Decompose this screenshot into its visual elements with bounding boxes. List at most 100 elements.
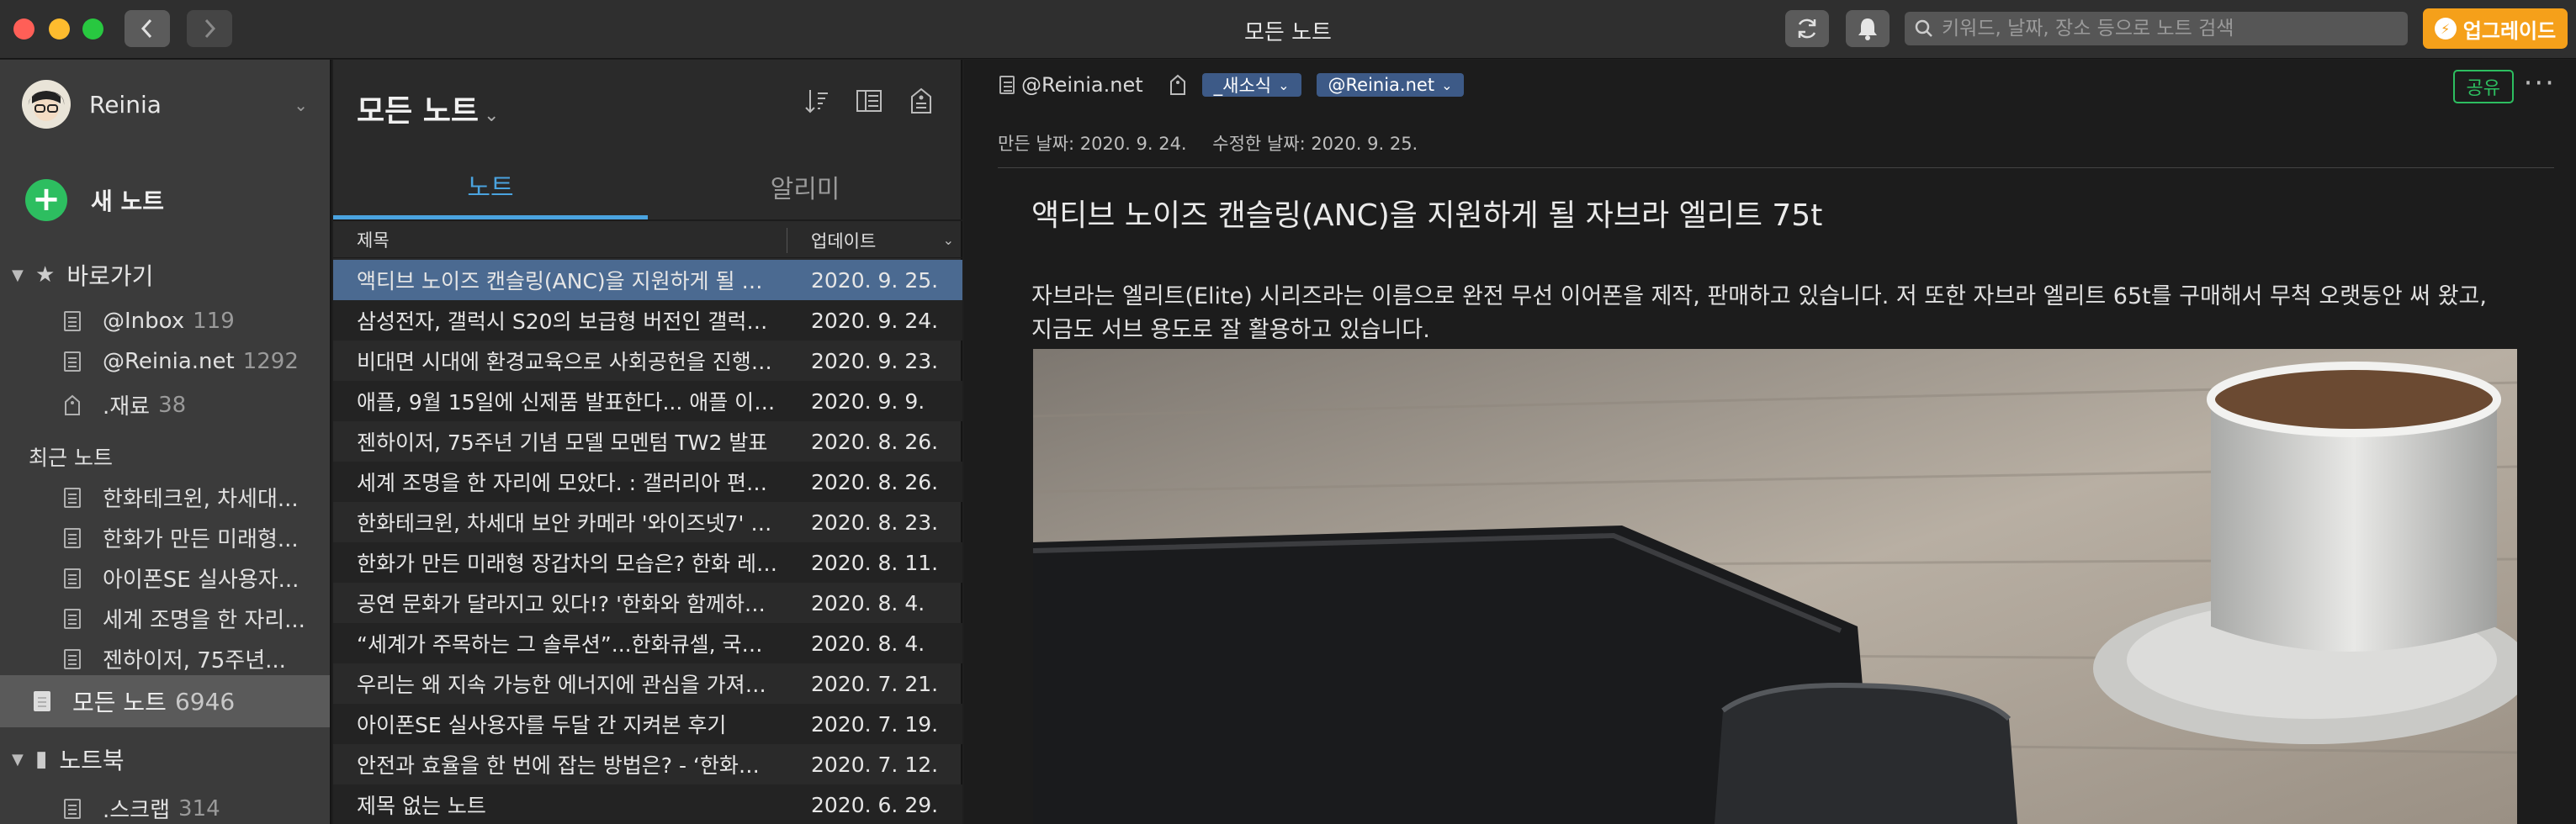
note-title: 제목 없는 노트 — [357, 794, 486, 818]
share-button[interactable]: 공유 — [2452, 70, 2514, 103]
sidebar-item-materials[interactable]: .재료 38 — [64, 389, 325, 420]
note-date: 2020. 7. 12. — [811, 752, 939, 777]
recent-note-label: 한화가 만든 미래형... — [103, 527, 299, 552]
table-row[interactable]: 젠하이저, 75주년 기념 모델 모멘텀 TW2 발표 2020. 8. 26. — [333, 421, 962, 462]
table-row[interactable]: 공연 문화가 달라지고 있다!? '한화와 함께하는 공연' 2020. 8. 4… — [333, 583, 962, 623]
notebook-name: @Reinia.net — [1021, 73, 1143, 97]
sidebar-section-notebooks[interactable]: ▼ ▮ 노트북 — [12, 742, 125, 776]
column-title-header[interactable]: 제목 — [333, 227, 787, 253]
table-row[interactable]: “세계가 주목하는 그 솔루션”...한화큐셀, 국제 태양광 2020. 8. … — [333, 623, 962, 663]
notifications-button[interactable] — [1846, 10, 1890, 47]
note-date: 2020. 9. 24. — [811, 308, 939, 333]
tab-notes[interactable]: 노트 — [333, 154, 648, 219]
note-date: 2020. 9. 25. — [811, 267, 939, 293]
chevron-down-icon: ⌄ — [1278, 77, 1290, 93]
table-row[interactable]: 삼성전자, 갤럭시 S20의 보급형 버전인 갤럭시 S20 FE 출시 2020… — [333, 300, 962, 341]
upgrade-button[interactable]: ⚡ 업그레이드 — [2423, 8, 2568, 49]
recent-note-item[interactable]: 젠하이저, 75주년... — [64, 643, 325, 674]
new-note-button[interactable]: + 새 노트 — [25, 179, 164, 221]
note-dates: 만든 날짜: 2020. 9. 24. 수정한 날짜: 2020. 9. 25. — [998, 130, 1438, 156]
sidebar-item-count: 314 — [178, 795, 220, 821]
notebook-icon — [64, 351, 81, 372]
sidebar-item-count: 38 — [158, 392, 187, 418]
table-row[interactable]: 세계 조명을 한 자리에 모았다. : 갤러리아 편집숍 2020. 8. 26. — [333, 462, 962, 502]
table-row[interactable]: 애플, 9월 15일에 신제품 발표한다... 애플 이벤트 2020. 9. 9… — [333, 381, 962, 421]
note-title: 아이폰SE 실사용자를 두달 간 지켜본 후기 — [357, 713, 727, 737]
note-date: 2020. 6. 29. — [811, 792, 939, 817]
notebook-icon — [999, 76, 1015, 94]
table-row[interactable]: 아이폰SE 실사용자를 두달 간 지켜본 후기 2020. 7. 19. — [333, 704, 962, 744]
sidebar-item-scrap[interactable]: .스크랩 314 — [64, 793, 325, 824]
column-updated-header[interactable]: 업데이트 — [787, 228, 876, 253]
note-title: 안전과 효율을 한 번에 잡는 방법은? - ‘한화토탈’ — [357, 753, 784, 778]
note-list-tools — [803, 87, 936, 115]
tab-reminders[interactable]: 알리미 — [648, 154, 962, 219]
sidebar-section-shortcuts[interactable]: ▼ ★ 바로가기 — [12, 258, 153, 292]
table-row[interactable]: 한화가 만든 미래형 장갑차의 모습은? 한화 레드백 2020. 8. 11. — [333, 542, 962, 583]
table-row[interactable]: 우리는 왜 지속 가능한 에너지에 관심을 가져야 할까 2020. 7. 21. — [333, 663, 962, 704]
chevron-down-icon: ⌄ — [1441, 77, 1453, 93]
tag-chip[interactable]: @Reinia.net ⌄ — [1316, 73, 1465, 97]
account-name: Reinia — [89, 90, 162, 119]
note-icon — [64, 487, 81, 508]
title-bar: 모든 노트 ⚡ 업그레이드 — [0, 0, 2576, 59]
view-options-button[interactable] — [855, 87, 883, 115]
note-list-title[interactable]: 모든 노트 ⌄ — [357, 87, 499, 130]
tag-filter-button[interactable] — [907, 87, 936, 115]
note-icon — [64, 568, 81, 589]
table-row[interactable]: 제목 없는 노트 2020. 6. 29. — [333, 784, 962, 824]
note-date: 2020. 8. 11. — [811, 550, 939, 575]
notebook-selector[interactable]: @Reinia.net — [999, 73, 1143, 97]
sort-chevron-icon: ⌄ — [942, 232, 954, 248]
note-list-tabs: 노트 알리미 — [333, 154, 962, 221]
more-options-icon[interactable]: ··· — [2524, 66, 2556, 100]
note-title: 애플, 9월 15일에 신제품 발표한다... 애플 이벤트 — [357, 390, 787, 415]
tag-chip[interactable]: _새소식 ⌄ — [1201, 73, 1301, 97]
note-title: 삼성전자, 갤럭시 S20의 보급형 버전인 갤럭시 S20 FE 출시 — [357, 309, 787, 334]
search-input[interactable] — [1942, 18, 2408, 40]
recent-note-item[interactable]: 세계 조명을 한 자리... — [64, 603, 325, 634]
star-icon: ★ — [35, 262, 56, 288]
note-icon — [64, 527, 81, 548]
note-icon — [64, 648, 81, 669]
note-list-panel: 모든 노트 ⌄ 노트 알리미 제목 업데이트 ⌄ 액티브 노이즈 캔슬링(ANC)… — [333, 60, 962, 824]
sidebar: Reinia ⌄ + 새 노트 ▼ ★ 바로가기 @Inbox 119 @Rei… — [0, 60, 331, 824]
account-switcher[interactable]: Reinia ⌄ — [22, 80, 308, 129]
search-box[interactable] — [1905, 12, 2408, 45]
note-body-text[interactable]: 자브라는 엘리트(Elite) 시리즈라는 이름으로 완전 무선 이어폰을 제작… — [1031, 280, 2512, 347]
sidebar-item-reinia-net[interactable]: @Reinia.net 1292 — [64, 349, 325, 374]
note-rows: 액티브 노이즈 캔슬링(ANC)을 지원하게 될 자브라 엘리트 75t 2020… — [333, 260, 962, 824]
search-icon — [1915, 19, 1932, 37]
sidebar-item-inbox[interactable]: @Inbox 119 — [64, 309, 325, 334]
sidebar-item-all-notes[interactable]: 모든 노트 6946 — [0, 675, 330, 727]
bell-icon — [1858, 18, 1877, 40]
new-note-label: 새 노트 — [91, 188, 165, 215]
sort-button[interactable] — [803, 87, 831, 115]
tag-icon[interactable] — [1169, 74, 1187, 96]
table-row[interactable]: 비대면 시대에 환경교육으로 사회공헌을 진행하는 한화 2020. 9. 23. — [333, 341, 962, 381]
notebook-stack-icon: ▮ — [35, 747, 48, 772]
sync-button[interactable] — [1785, 10, 1829, 47]
note-date: 2020. 8. 26. — [811, 429, 939, 454]
recent-note-label: 세계 조명을 한 자리... — [103, 608, 305, 633]
shortcuts-label: 바로가기 — [66, 262, 154, 290]
tag-icon — [911, 87, 931, 114]
table-row[interactable]: 액티브 노이즈 캔슬링(ANC)을 지원하게 될 자브라 엘리트 75t 2020… — [333, 260, 962, 300]
note-title-field[interactable]: 액티브 노이즈 캔슬링(ANC)을 지원하게 될 자브라 엘리트 75t — [1031, 191, 1822, 235]
note-title: 액티브 노이즈 캔슬링(ANC)을 지원하게 될 자브라 엘리트 75t — [357, 269, 787, 293]
chevron-down-icon: ⌄ — [484, 105, 500, 126]
note-date: 2020. 8. 4. — [811, 590, 925, 615]
note-date: 2020. 9. 9. — [811, 388, 925, 414]
tag-icon — [65, 394, 80, 415]
table-row[interactable]: 안전과 효율을 한 번에 잡는 방법은? - ‘한화토탈’ 2020. 7. 12… — [333, 744, 962, 784]
note-date: 2020. 8. 4. — [811, 631, 925, 656]
note-date: 2020. 8. 23. — [811, 510, 939, 535]
table-row[interactable]: 한화테크윈, 차세대 보안 카메라 '와이즈넷7' 론칭 2020. 8. 23. — [333, 502, 962, 542]
note-title: 한화가 만든 미래형 장갑차의 모습은? 한화 레드백 — [357, 552, 787, 576]
note-title: “세계가 주목하는 그 솔루션”...한화큐셀, 국제 태양광 — [357, 632, 787, 657]
recent-note-item[interactable]: 한화가 만든 미래형... — [64, 522, 325, 553]
recent-note-item[interactable]: 한화테크윈, 차세대... — [64, 482, 325, 513]
note-title: 공연 문화가 달라지고 있다!? '한화와 함께하는 공연' — [357, 592, 787, 616]
recent-note-label: 아이폰SE 실사용자... — [103, 568, 299, 593]
recent-note-item[interactable]: 아이폰SE 실사용자... — [64, 563, 325, 594]
